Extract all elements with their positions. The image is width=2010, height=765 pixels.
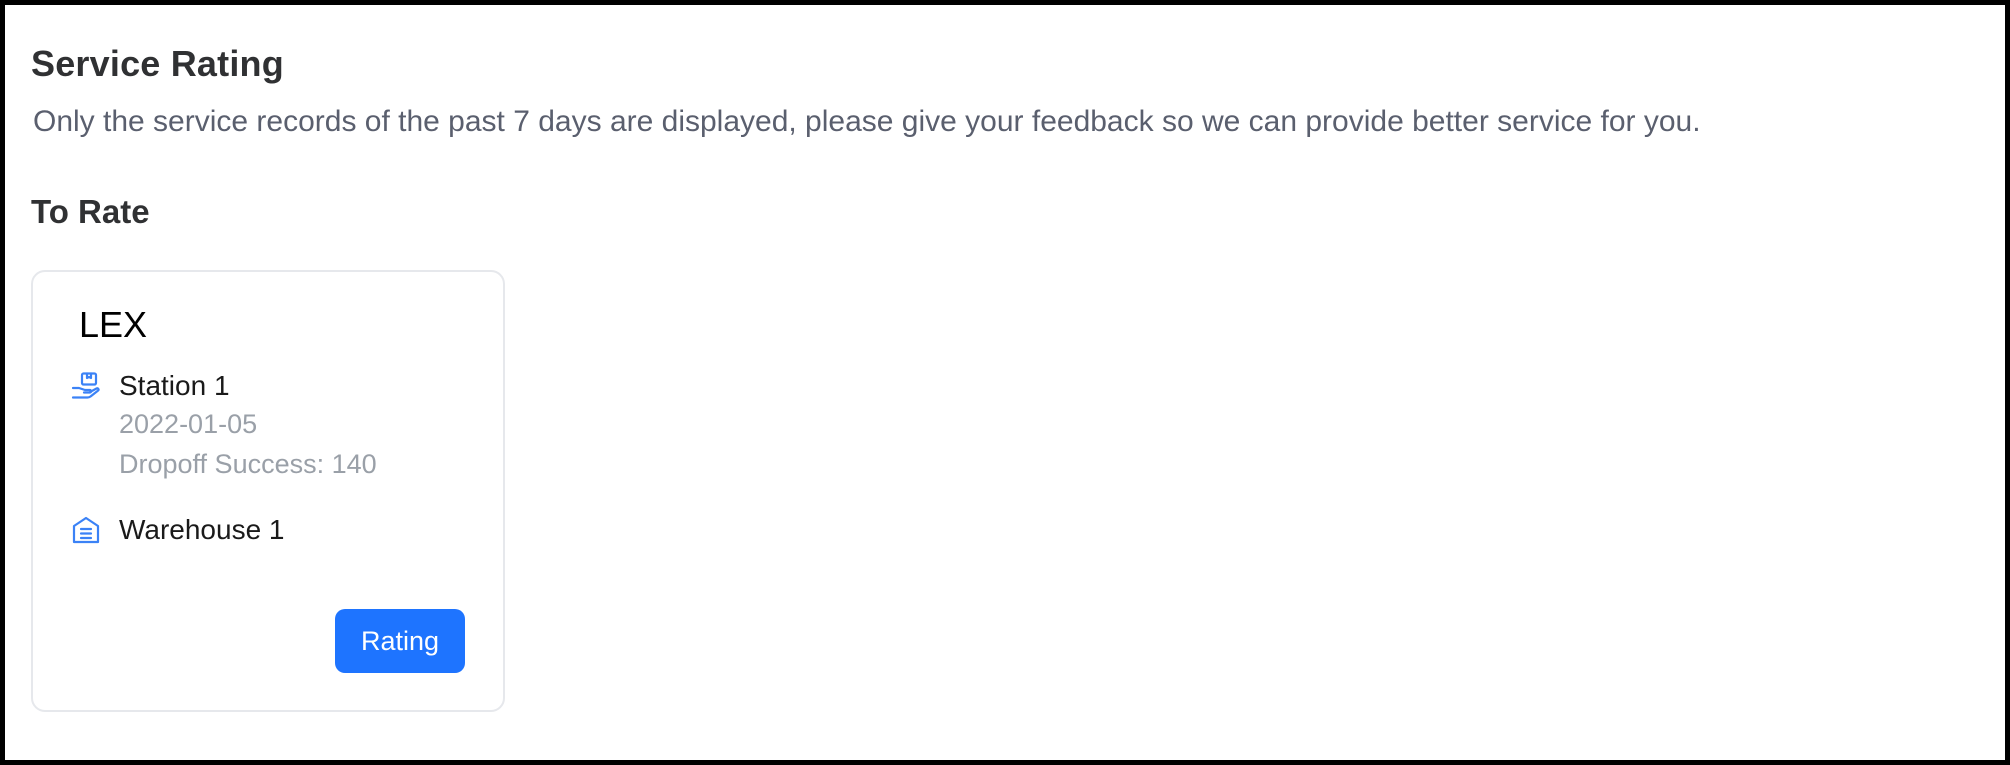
warehouse-row: Warehouse 1 — [71, 512, 285, 548]
rating-button[interactable]: Rating — [335, 609, 465, 673]
station-date: 2022-01-05 — [119, 409, 258, 439]
warehouse-name: Warehouse 1 — [119, 514, 285, 545]
station-name: Station 1 — [119, 370, 230, 401]
dropoff-status: Dropoff Success: 140 — [119, 449, 377, 479]
service-card: LEX Station 1 2022-01-05 Dropoff Success… — [31, 270, 505, 712]
page-subtitle: Only the service records of the past 7 d… — [33, 105, 1701, 138]
card-title: LEX — [79, 304, 148, 345]
page-title: Service Rating — [31, 43, 284, 84]
warehouse-icon — [71, 515, 101, 545]
section-title-to-rate: To Rate — [31, 193, 150, 230]
hand-package-icon — [71, 371, 101, 401]
page-frame: Service Rating Only the service records … — [0, 0, 2010, 765]
station-row: Station 1 2022-01-05 Dropoff Success: 14… — [71, 368, 377, 484]
